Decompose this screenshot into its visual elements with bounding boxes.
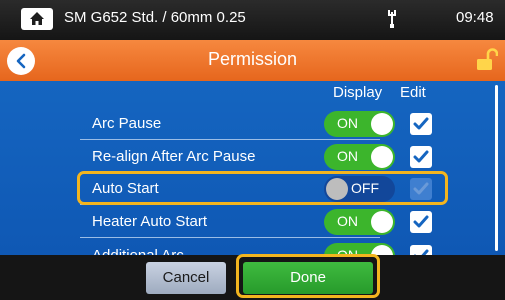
toggle-state: ON <box>337 148 358 164</box>
row-label: Arc Pause <box>92 115 162 132</box>
toggle-state: ON <box>337 213 358 229</box>
list-item: Re-align After Arc Pause ON <box>80 144 447 173</box>
checkmark-icon <box>413 249 429 255</box>
checkmark-icon <box>413 215 429 228</box>
edit-checkbox[interactable] <box>410 245 432 255</box>
highlight-frame <box>77 171 448 205</box>
page-title: Permission <box>207 49 298 69</box>
permission-list: Display Edit Arc Pause ON Re-align After… <box>0 81 505 255</box>
list-item: Heater Auto Start ON <box>80 209 447 238</box>
scrollbar[interactable] <box>495 85 498 251</box>
unlock-icon[interactable] <box>476 48 498 72</box>
column-header-edit: Edit <box>400 84 426 101</box>
edit-checkbox[interactable] <box>410 113 432 135</box>
row-label: Re-align After Arc Pause <box>92 148 256 165</box>
row-label: Additional Arc <box>92 247 184 255</box>
done-highlight-frame <box>236 254 380 298</box>
display-toggle[interactable]: ON <box>324 111 395 137</box>
checkmark-icon <box>413 117 429 130</box>
row-divider <box>80 237 380 238</box>
home-icon <box>30 12 44 25</box>
column-header-display: Display <box>333 84 383 101</box>
page-header: Permission <box>0 40 505 81</box>
cancel-button[interactable]: Cancel <box>146 262 226 294</box>
fiber-profile-label: SM G652 Std. / 60mm 0.25 <box>64 9 246 26</box>
edit-checkbox[interactable] <box>410 211 432 233</box>
edit-checkbox[interactable] <box>410 146 432 168</box>
list-item: Arc Pause ON <box>80 111 447 140</box>
row-divider <box>80 139 380 140</box>
home-button[interactable] <box>21 8 53 30</box>
display-toggle[interactable]: ON <box>324 209 395 235</box>
checkmark-icon <box>413 150 429 163</box>
toggle-knob <box>371 211 393 233</box>
clock: 09:48 <box>456 9 494 26</box>
usb-icon <box>388 10 396 28</box>
display-toggle[interactable]: ON <box>324 144 395 170</box>
row-label: Heater Auto Start <box>92 213 208 230</box>
toggle-knob <box>371 113 393 135</box>
toggle-knob <box>371 146 393 168</box>
toggle-state: ON <box>337 115 358 131</box>
status-bar: SM G652 Std. / 60mm 0.25 09:48 <box>0 0 505 40</box>
